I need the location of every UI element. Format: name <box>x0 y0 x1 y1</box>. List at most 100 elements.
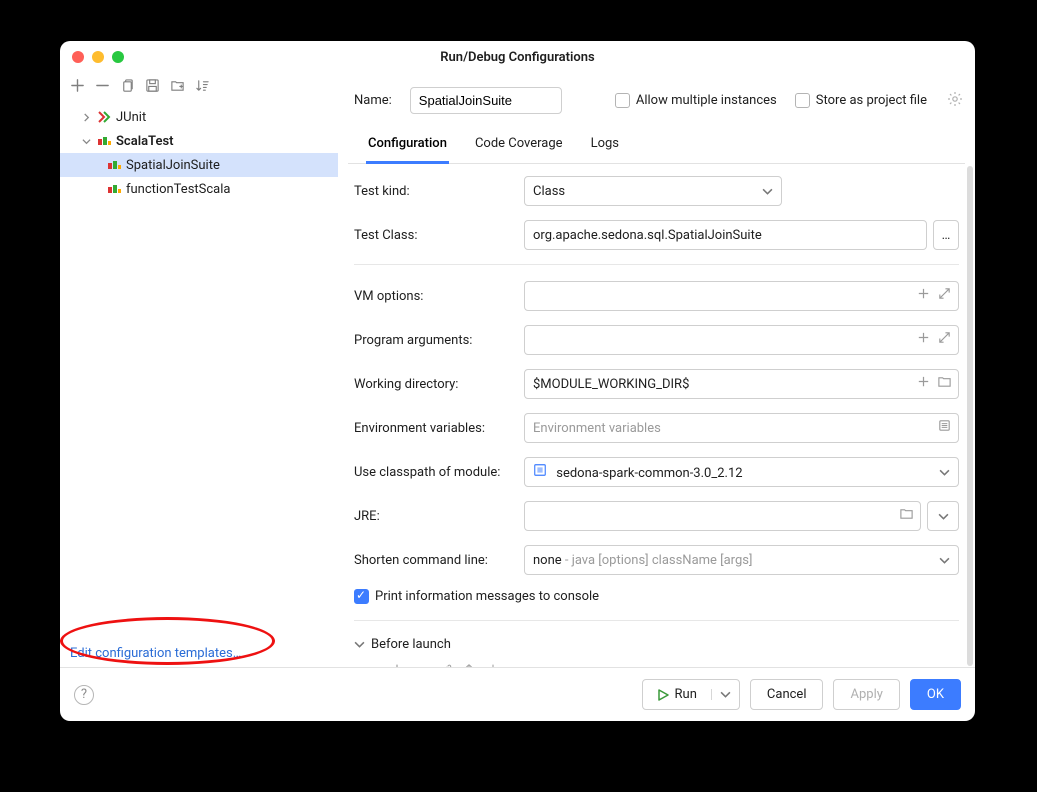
working-dir-input[interactable]: $MODULE_WORKING_DIR$ <box>524 369 959 399</box>
sort-config-icon[interactable] <box>195 78 210 97</box>
edit-templates-link[interactable]: Edit configuration templates… <box>60 636 338 667</box>
test-kind-select[interactable]: Class <box>524 176 782 206</box>
vm-options-input[interactable] <box>524 281 959 311</box>
checkbox-checked-icon <box>354 589 369 604</box>
bottombar: ? Run Cancel Apply OK <box>60 667 975 721</box>
add-config-icon[interactable] <box>70 78 85 97</box>
tree-item-junit[interactable]: JUnit <box>60 105 338 129</box>
form-area: Test kind: Class Test Class: org.apache.… <box>338 164 975 667</box>
scrollbar[interactable] <box>967 166 973 666</box>
classpath-select[interactable]: sedona-spark-common-3.0_2.12 <box>524 457 959 487</box>
remove-task-icon[interactable] <box>414 662 428 667</box>
scalatest-icon <box>106 181 122 197</box>
jre-input[interactable] <box>524 501 921 531</box>
print-messages-checkbox[interactable]: Print information messages to console <box>354 589 959 604</box>
jre-dropdown-button[interactable] <box>927 501 959 531</box>
tab-configuration[interactable]: Configuration <box>366 136 449 164</box>
sidebar: JUnit ScalaTest SpatialJoinSuite functio… <box>60 73 338 667</box>
test-kind-label: Test kind: <box>354 184 524 199</box>
tree-label: JUnit <box>116 110 146 125</box>
maximize-window-icon[interactable] <box>112 51 124 63</box>
run-button[interactable]: Run <box>642 679 740 710</box>
checkbox-icon <box>795 93 810 108</box>
scalatest-icon <box>96 133 112 149</box>
tree-item-spatialjoinsuite[interactable]: SpatialJoinSuite <box>60 153 338 177</box>
insert-macro-icon[interactable] <box>916 374 931 393</box>
window-title: Run/Debug Configurations <box>60 50 975 65</box>
allow-multiple-checkbox[interactable]: Allow multiple instances <box>615 93 777 108</box>
vm-options-label: VM options: <box>354 289 524 304</box>
name-row: Name: Allow multiple instances Store as … <box>338 73 975 120</box>
sidebar-toolbar <box>60 73 338 101</box>
run-dropdown[interactable] <box>711 689 739 700</box>
edit-task-icon[interactable] <box>438 662 452 667</box>
window-controls <box>72 51 124 63</box>
copy-config-icon[interactable] <box>120 78 135 97</box>
help-button[interactable]: ? <box>74 685 94 705</box>
cancel-button[interactable]: Cancel <box>750 679 824 710</box>
play-icon <box>657 689 669 701</box>
before-launch-label: Before launch <box>371 637 451 652</box>
tab-logs[interactable]: Logs <box>589 136 621 163</box>
insert-macro-icon[interactable] <box>916 286 931 305</box>
test-kind-value: Class <box>533 184 565 199</box>
checkbox-icon <box>615 93 630 108</box>
ok-button[interactable]: OK <box>910 679 961 710</box>
test-class-input[interactable]: org.apache.sedona.sql.SpatialJoinSuite <box>524 220 927 250</box>
dialog-body: JUnit ScalaTest SpatialJoinSuite functio… <box>60 73 975 667</box>
browse-folder-icon[interactable] <box>937 374 952 393</box>
env-vars-input[interactable]: Environment variables <box>524 413 959 443</box>
env-vars-label: Environment variables: <box>354 421 524 436</box>
save-config-icon[interactable] <box>145 78 160 97</box>
gear-icon[interactable] <box>947 91 963 111</box>
scalatest-icon <box>106 157 122 173</box>
tabbar: Configuration Code Coverage Logs <box>348 126 965 164</box>
module-icon <box>533 463 547 477</box>
print-messages-label: Print information messages to console <box>375 589 599 604</box>
dialog-window: Run/Debug Configurations JUnit <box>60 41 975 721</box>
expand-field-icon[interactable] <box>937 330 952 349</box>
main-pane: Name: Allow multiple instances Store as … <box>338 73 975 667</box>
store-project-checkbox[interactable]: Store as project file <box>795 93 927 108</box>
tree-label: ScalaTest <box>116 134 174 149</box>
add-task-icon[interactable] <box>390 662 404 667</box>
titlebar: Run/Debug Configurations <box>60 41 975 73</box>
allow-multiple-label: Allow multiple instances <box>636 93 777 108</box>
before-launch-toolbar <box>354 658 959 667</box>
close-window-icon[interactable] <box>72 51 84 63</box>
program-args-label: Program arguments: <box>354 333 524 348</box>
test-class-label: Test Class: <box>354 228 524 243</box>
folder-config-icon[interactable] <box>170 78 185 97</box>
program-args-input[interactable] <box>524 325 959 355</box>
separator <box>354 264 959 265</box>
browse-class-button[interactable]: … <box>933 220 959 250</box>
working-dir-label: Working directory: <box>354 377 524 392</box>
chevron-down-icon <box>80 135 92 147</box>
move-up-icon[interactable] <box>462 662 476 667</box>
tab-code-coverage[interactable]: Code Coverage <box>473 136 565 163</box>
separator <box>354 620 959 621</box>
apply-button[interactable]: Apply <box>833 679 899 710</box>
classpath-label: Use classpath of module: <box>354 465 524 480</box>
before-launch-section[interactable]: Before launch <box>354 637 959 652</box>
edit-list-icon[interactable] <box>937 418 952 437</box>
shorten-cmd-select[interactable]: none - java [options] className [args] <box>524 545 959 575</box>
jre-label: JRE: <box>354 509 524 524</box>
test-class-value: org.apache.sedona.sql.SpatialJoinSuite <box>533 228 762 243</box>
classpath-value: sedona-spark-common-3.0_2.12 <box>556 466 742 481</box>
minimize-window-icon[interactable] <box>92 51 104 63</box>
env-vars-placeholder: Environment variables <box>533 421 661 436</box>
insert-macro-icon[interactable] <box>916 330 931 349</box>
tree-item-scalatest[interactable]: ScalaTest <box>60 129 338 153</box>
expand-field-icon[interactable] <box>937 286 952 305</box>
move-down-icon[interactable] <box>486 662 500 667</box>
tree-item-functiontestscala[interactable]: functionTestScala <box>60 177 338 201</box>
remove-config-icon[interactable] <box>95 78 110 97</box>
tree-label: SpatialJoinSuite <box>126 158 220 173</box>
name-label: Name: <box>354 93 392 108</box>
store-project-label: Store as project file <box>816 93 927 108</box>
working-dir-value: $MODULE_WORKING_DIR$ <box>533 377 689 392</box>
config-tree: JUnit ScalaTest SpatialJoinSuite functio… <box>60 101 338 636</box>
browse-folder-icon[interactable] <box>899 506 914 525</box>
name-input[interactable] <box>410 87 562 114</box>
